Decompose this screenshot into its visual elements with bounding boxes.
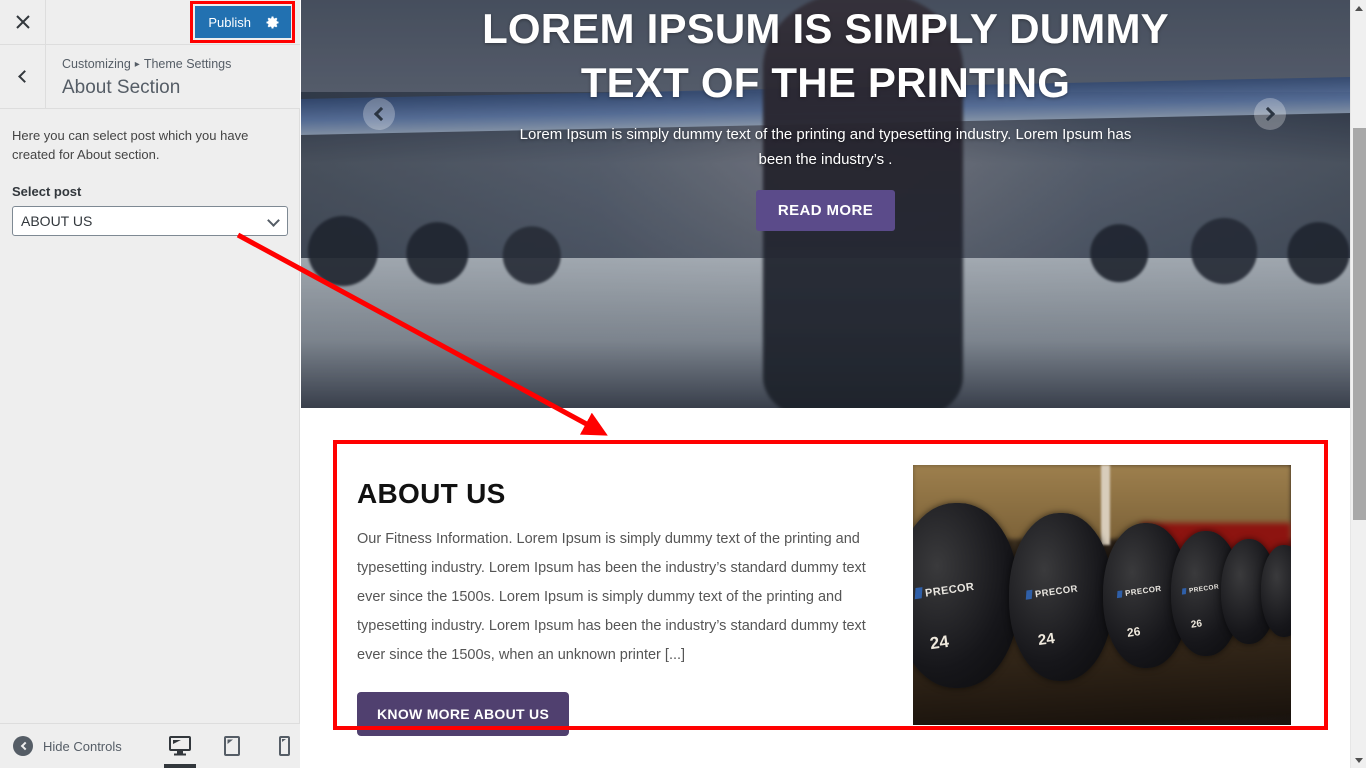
about-image: PRECOR 24 PRECOR 24 PRECOR 26 PRECOR 26 — [913, 465, 1291, 725]
about-body-text: Our Fitness Information. Lorem Ipsum is … — [357, 531, 866, 663]
back-button[interactable] — [0, 45, 46, 108]
scroll-down-arrow-icon[interactable] — [1351, 752, 1366, 768]
desktop-icon — [169, 736, 191, 756]
dumbbell-weight-4: 26 — [1189, 617, 1203, 631]
hero-title: LOREM IPSUM IS SIMPLY DUMMY TEXT OF THE … — [482, 5, 1169, 106]
hero-slider: LOREM IPSUM IS SIMPLY DUMMY TEXT OF THE … — [301, 0, 1350, 408]
tablet-icon — [224, 736, 240, 756]
customizer-panel-title-bar: Customizing ▸ Theme Settings About Section — [0, 45, 300, 109]
device-preview-tablet[interactable] — [216, 724, 248, 768]
select-post-dropdown[interactable]: ABOUT US — [12, 206, 288, 236]
customizer-screen: LOREM IPSUM IS SIMPLY DUMMY TEXT OF THE … — [0, 0, 1366, 768]
chevron-left-circle-icon — [373, 106, 389, 122]
hero-read-more-button[interactable]: READ MORE — [755, 190, 896, 231]
device-preview-desktop[interactable] — [164, 724, 196, 768]
about-text-column: ABOUT US Our Fitness Information. Lorem … — [357, 458, 887, 736]
scroll-up-arrow-icon[interactable] — [1351, 0, 1366, 16]
hide-controls-button[interactable]: Hide Controls — [0, 736, 158, 756]
dumbbell-brand-4: PRECOR — [1182, 583, 1220, 595]
publish-button[interactable]: Publish — [195, 6, 291, 38]
customizer-sidebar: Publish Customizing ▸ Theme Settings Abo… — [0, 0, 300, 768]
customizer-header: Publish — [0, 0, 300, 45]
chevron-left-icon — [17, 70, 31, 83]
chevron-right-circle-icon — [1260, 106, 1276, 122]
dumbbell-weight-2: 24 — [1037, 629, 1056, 649]
slider-next-button[interactable] — [1254, 98, 1286, 130]
device-preview-buttons — [164, 724, 300, 768]
slider-prev-button[interactable] — [363, 98, 395, 130]
dumbbell-weight-1: 24 — [928, 631, 950, 653]
know-more-about-us-button[interactable]: KNOW MORE ABOUT US — [357, 692, 570, 736]
header-spacer — [46, 0, 195, 44]
breadcrumb-separator-icon: ▸ — [134, 59, 140, 70]
theme-preview-frame: LOREM IPSUM IS SIMPLY DUMMY TEXT OF THE … — [301, 0, 1350, 768]
mobile-icon — [278, 736, 290, 756]
hero-content: LOREM IPSUM IS SIMPLY DUMMY TEXT OF THE … — [301, 0, 1350, 408]
page-title: About Section — [62, 77, 181, 98]
about-section: ABOUT US Our Fitness Information. Lorem … — [301, 408, 1350, 736]
dumbbell-brand-2: PRECOR — [1025, 583, 1078, 601]
collapse-arrow-icon — [13, 736, 33, 756]
breadcrumb-root[interactable]: Customizing — [62, 57, 131, 71]
about-title: ABOUT US — [357, 478, 506, 509]
dumbbell-weight-3: 26 — [1126, 623, 1142, 640]
breadcrumb-parent[interactable]: Theme Settings — [144, 57, 232, 71]
dumbbell-brand-3: PRECOR — [1116, 584, 1162, 599]
close-customizer-button[interactable] — [0, 0, 46, 44]
customizer-footer: Hide Controls — [0, 723, 300, 768]
gear-icon[interactable] — [265, 15, 280, 30]
customizer-controls: Here you can select post which you have … — [0, 109, 299, 236]
dumbbell-brand-1: PRECOR — [914, 580, 975, 601]
preview-scrollbar[interactable] — [1350, 0, 1366, 768]
control-description: Here you can select post which you have … — [12, 128, 249, 162]
publish-button-label: Publish — [208, 14, 251, 30]
close-icon — [15, 15, 30, 29]
device-preview-mobile[interactable] — [268, 724, 300, 768]
about-image-pole — [1101, 465, 1110, 545]
dumbbell-2: PRECOR 24 — [1009, 513, 1113, 681]
select-post-label: Select post — [12, 184, 82, 199]
hide-controls-label: Hide Controls — [43, 738, 122, 754]
breadcrumb: Customizing ▸ Theme Settings — [62, 56, 231, 73]
scrollbar-thumb[interactable] — [1353, 128, 1366, 520]
hero-subtitle: Lorem Ipsum is simply dummy text of the … — [519, 126, 1132, 168]
